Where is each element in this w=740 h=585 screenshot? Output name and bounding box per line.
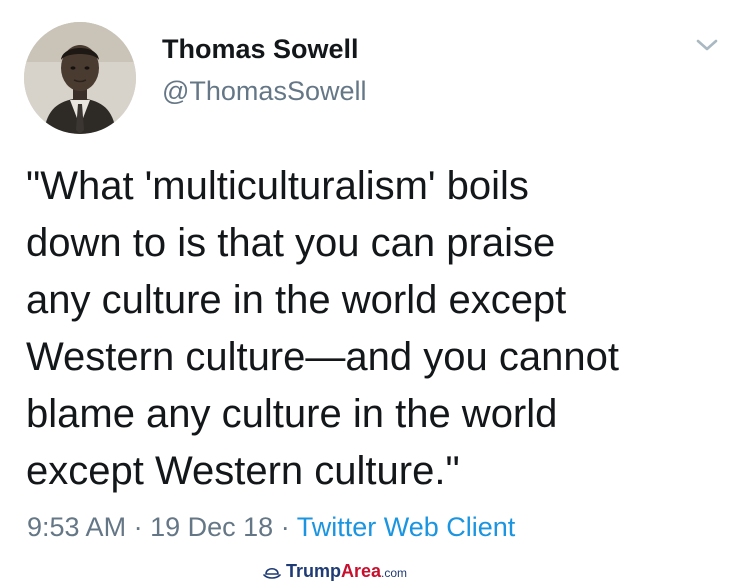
hat-logo-icon xyxy=(263,567,281,579)
watermark-text-area: Area xyxy=(341,561,382,581)
tweet-client-link[interactable]: Twitter Web Client xyxy=(297,512,516,542)
watermark-text-trump: Trump xyxy=(286,561,342,581)
watermark-text-domain: .com xyxy=(381,566,408,580)
watermark: TrumpArea.com xyxy=(262,561,407,583)
avatar[interactable] xyxy=(24,22,136,134)
tweet-time[interactable]: 9:53 AM xyxy=(27,512,126,542)
tweet-text: "What 'multiculturalism' boils down to i… xyxy=(26,158,726,500)
avatar-photo xyxy=(24,22,136,134)
meta-separator: · xyxy=(133,512,143,542)
tweet-text-line: "What 'multiculturalism' boils xyxy=(26,164,529,208)
chevron-down-icon[interactable] xyxy=(692,34,722,56)
tweet-meta: 9:53 AM · 19 Dec 18 · Twitter Web Client xyxy=(27,512,515,543)
tweet-text-line: Western culture—and you cannot xyxy=(26,335,619,379)
tweet-text-line: except Western culture." xyxy=(26,449,460,493)
tweet-text-line: any culture in the world except xyxy=(26,278,567,322)
tweet-card: Thomas Sowell @ThomasSowell "What 'multi… xyxy=(0,0,740,585)
tweet-text-line: down to is that you can praise xyxy=(26,221,556,265)
author-name[interactable]: Thomas Sowell xyxy=(162,34,359,65)
author-handle[interactable]: @ThomasSowell xyxy=(162,76,366,107)
tweet-text-line: blame any culture in the world xyxy=(26,392,558,436)
tweet-date[interactable]: 19 Dec 18 xyxy=(150,512,273,542)
meta-separator: · xyxy=(280,512,290,542)
